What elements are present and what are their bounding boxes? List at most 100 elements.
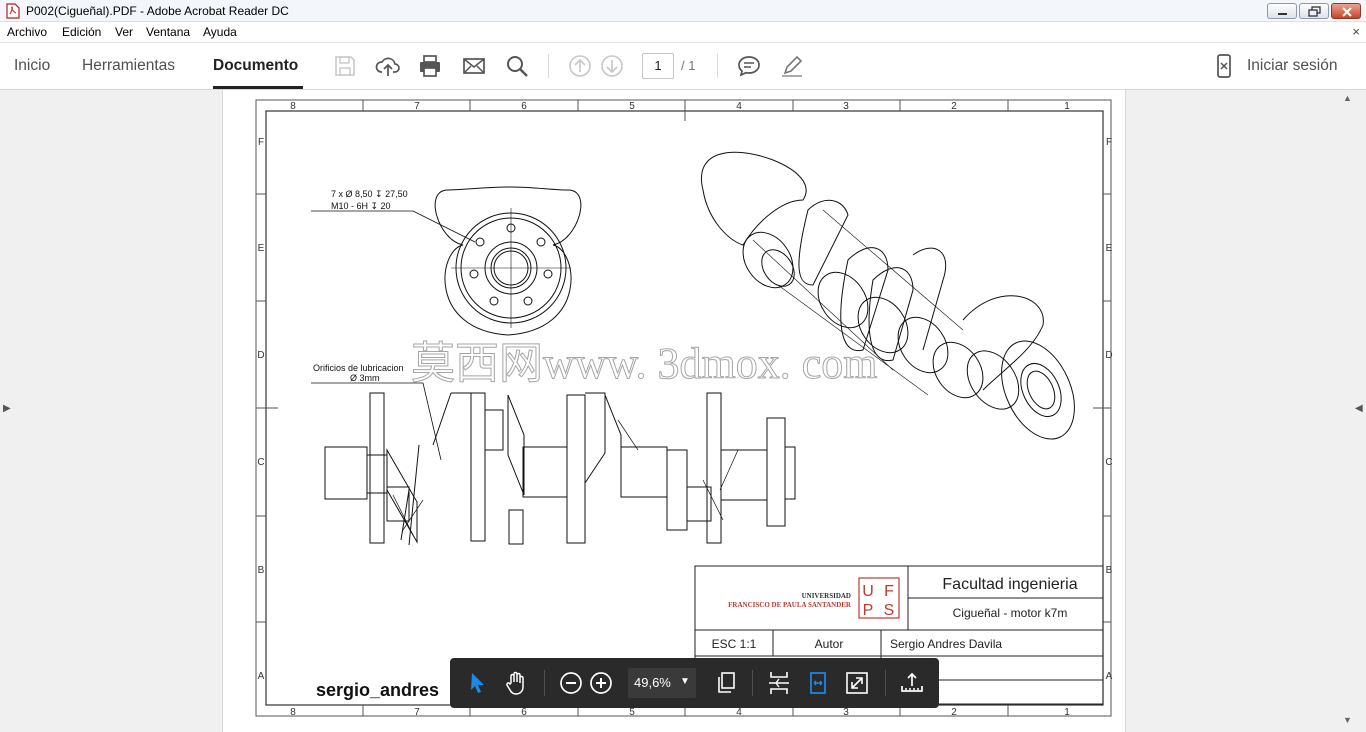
save-button[interactable] [332,53,358,79]
menu-edicion[interactable]: Edición [62,25,101,39]
grid-col-label: 4 [736,707,742,718]
hand-icon [506,671,524,695]
hand-tool-button[interactable] [503,670,529,696]
grid-col-label: 7 [414,707,420,718]
grid-row-label: C [257,457,264,468]
export-icon [901,672,923,692]
grid-row-label: A [258,671,265,682]
page-view-icon [718,672,735,693]
select-arrow-icon [471,673,484,693]
fullscreen-icon [846,672,868,694]
print-icon [420,55,440,77]
scroll-up-icon[interactable]: ▲ [1343,93,1352,103]
save-icon [335,56,355,76]
close-icon [1342,7,1352,17]
email-button[interactable] [461,53,487,79]
vertical-scrollbar[interactable] [1340,90,1356,732]
next-page-icon [601,55,623,77]
toolbar-separator [752,670,753,696]
hole-annotation: 7 x Ø 8,50 ↧ 27,50 [331,189,408,199]
restore-button[interactable] [1299,3,1329,19]
zoom-select[interactable]: 49,6% ▼ [628,668,696,698]
restore-icon [1308,6,1321,17]
upload-cloud-icon [375,57,400,76]
toolbar-separator [717,54,718,78]
pdf-page: 8 7 6 5 4 3 2 1 8 7 6 5 4 3 2 1 F E D C … [222,90,1126,732]
search-icon [507,56,528,77]
scroll-down-icon[interactable]: ▼ [1343,715,1352,725]
close-window-button[interactable] [1331,3,1361,19]
document-viewer[interactable]: ▶ ◀ ▲ ▼ 8 7 6 5 4 3 2 1 8 7 6 5 4 3 2 1 … [0,90,1366,732]
comment-button[interactable] [736,53,762,79]
right-panel-toggle-icon[interactable]: ◀ [1355,403,1363,414]
mobile-link-button[interactable] [1211,53,1237,79]
zoom-out-button[interactable] [558,670,584,696]
grid-row-label: E [1106,243,1113,254]
grid-col-label: 5 [629,101,635,112]
grid-col-label: 4 [736,101,742,112]
grid-row-label: B [1106,565,1113,576]
grid-col-label: 1 [1064,707,1070,718]
grid-col-label: 2 [951,707,957,718]
grid-row-label: A [1106,671,1113,682]
menu-bar: Archivo Edición Ver Ventana Ayuda × [0,22,1366,43]
tab-inicio[interactable]: Inicio [14,57,50,75]
scale-label: ESC 1:1 [712,637,757,651]
upload-button[interactable] [375,53,401,79]
watermark-text: 莫西网www. 3dmox. com [411,339,877,388]
svg-text:S: S [884,602,895,619]
technical-drawing: 8 7 6 5 4 3 2 1 8 7 6 5 4 3 2 1 F E D C … [255,99,1113,718]
grid-row-label: D [257,350,264,361]
grid-col-label: 6 [521,101,527,112]
signin-button[interactable]: Iniciar sesión [1247,57,1337,75]
search-button[interactable] [504,53,530,79]
zoom-in-button[interactable] [588,670,614,696]
fit-width-button[interactable] [805,670,831,696]
faculty-name: Facultad ingenieria [942,576,1077,593]
svg-text:U: U [862,583,874,600]
main-toolbar: Inicio Herramientas Documento 1 / 1 Inic… [0,43,1366,90]
grid-row-label: E [258,243,265,254]
minimize-button[interactable] [1267,3,1297,19]
menu-ventana[interactable]: Ventana [146,25,190,39]
toolbar-separator [544,670,545,696]
svg-text:F: F [884,583,894,600]
previous-page-button[interactable] [567,53,593,79]
next-page-button[interactable] [599,53,625,79]
sign-button[interactable] [779,53,805,79]
fullscreen-button[interactable] [844,670,870,696]
print-button[interactable] [417,53,443,79]
grid-col-label: 3 [843,101,849,112]
thread-annotation: M10 - 6H ↧ 20 [331,201,391,211]
page-total: / 1 [681,58,696,73]
floating-toolbar: 49,6% ▼ [450,658,939,708]
menu-ver[interactable]: Ver [115,25,133,39]
page-number-input[interactable]: 1 [642,53,674,79]
toolbar-separator [885,670,886,696]
comment-icon [738,56,760,77]
crankshaft-isometric-view [701,151,1075,440]
grid-col-label: 2 [951,101,957,112]
grid-row-label: D [1105,350,1112,361]
pdf-app-icon [6,3,20,19]
tab-herramientas[interactable]: Herramientas [82,57,175,75]
page-view-button[interactable] [713,670,739,696]
active-tab-indicator [213,86,303,89]
menu-ayuda[interactable]: Ayuda [203,25,237,39]
tab-documento[interactable]: Documento [213,57,298,75]
university-name-line1: UNIVERSIDAD [802,592,851,600]
close-document-icon[interactable]: × [1352,24,1360,39]
grid-row-label: F [258,137,264,148]
menu-archivo[interactable]: Archivo [7,25,47,39]
select-tool-button[interactable] [464,670,490,696]
zoom-in-icon [590,672,612,694]
left-panel-toggle-icon[interactable]: ▶ [3,403,11,414]
minimize-icon [1278,13,1287,15]
window-title: P002(Cigueñal).PDF - Adobe Acrobat Reade… [26,4,289,18]
grid-row-label: B [258,565,265,576]
prev-page-icon [569,55,591,77]
zoom-out-icon [560,672,582,694]
export-button[interactable] [899,670,925,696]
scroll-mode-button[interactable] [766,670,792,696]
author-name: Sergio Andres Davila [890,637,1002,651]
